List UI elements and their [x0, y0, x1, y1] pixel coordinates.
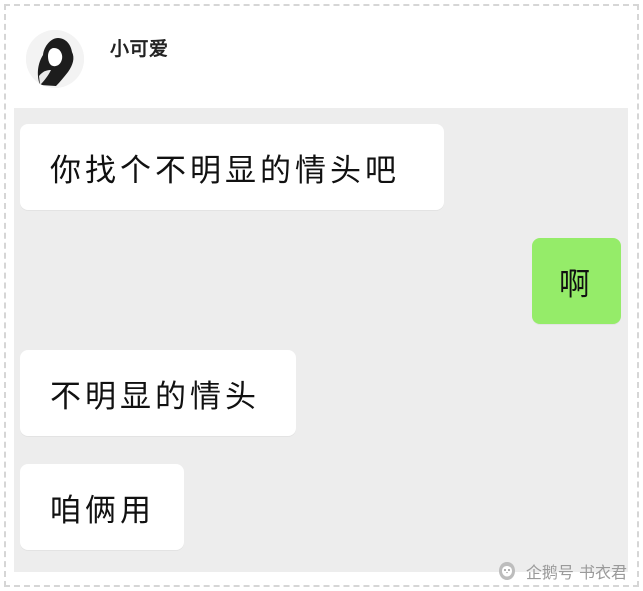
- message-bubble-incoming[interactable]: 咱俩用: [20, 464, 184, 550]
- message-bubble-outgoing[interactable]: 啊: [532, 238, 621, 324]
- avatar[interactable]: [26, 30, 84, 88]
- watermark-text: 企鹅号 书衣君: [525, 563, 627, 582]
- penguin-icon: [498, 562, 515, 580]
- message-bubble-incoming[interactable]: 你找个不明显的情头吧: [20, 124, 444, 210]
- chat-area: 你找个不明显的情头吧 啊 不明显的情头 咱俩用: [14, 108, 628, 572]
- avatar-image: [26, 30, 84, 88]
- chat-header: 小可爱: [14, 12, 624, 102]
- screenshot-frame: 小可爱 你找个不明显的情头吧 啊 不明显的情头 咱俩用 企鹅号 书衣君: [0, 0, 643, 591]
- contact-name: 小可爱: [110, 38, 169, 60]
- message-bubble-incoming[interactable]: 不明显的情头: [20, 350, 296, 436]
- watermark: 企鹅号 书衣君: [496, 559, 627, 583]
